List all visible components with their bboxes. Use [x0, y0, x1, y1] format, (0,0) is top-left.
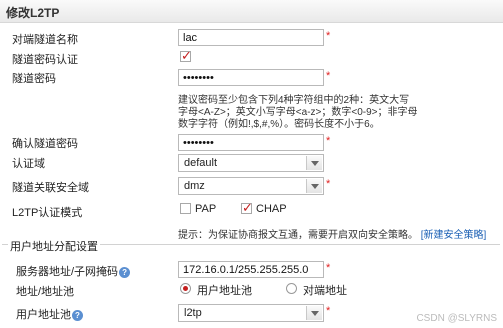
user-pool-label: 用户地址池: [16, 309, 71, 321]
user-pool-radio[interactable]: [180, 283, 191, 294]
chap-label: CHAP: [256, 203, 287, 215]
tunnel-name-input[interactable]: lac: [178, 29, 324, 46]
peer-addr-option: 对端地址: [303, 285, 347, 297]
security-zone-label: 隧道关联安全域: [12, 182, 89, 194]
tunnel-auth-label: 隧道密码认证: [12, 54, 78, 66]
chevron-down-icon: [306, 156, 322, 170]
server-addr-label-row: 服务器地址/子网掩码?: [16, 263, 131, 279]
confirm-pwd-input[interactable]: ••••••••: [178, 134, 324, 151]
dialog-title: 修改L2TP: [6, 6, 60, 20]
checkmark-icon: ✓: [181, 48, 192, 63]
required-mark: *: [326, 135, 331, 147]
auth-domain-select[interactable]: default: [178, 154, 324, 172]
auth-domain-label: 认证域: [12, 158, 45, 170]
auth-domain-value: default: [184, 157, 218, 169]
required-mark: *: [326, 70, 331, 82]
policy-hint: 提示：为保证协商报文互通，需要开启双向安全策略。 [新建安全策略]: [178, 226, 486, 241]
required-mark: *: [326, 262, 331, 274]
server-addr-input[interactable]: 172.16.0.1/255.255.255.0: [178, 261, 324, 278]
dialog-titlebar: 修改L2TP: [0, 0, 503, 23]
address-legend: 用户地址分配设置: [8, 238, 100, 254]
addr-pool-label: 地址/地址池: [16, 286, 75, 298]
policy-hint-text: 提示：为保证协商报文互通，需要开启双向安全策略。: [178, 230, 418, 241]
user-pool-select[interactable]: l2tp: [178, 304, 324, 322]
required-mark: *: [326, 305, 331, 317]
tunnel-pwd-label: 隧道密码: [12, 73, 56, 85]
new-policy-link[interactable]: [新建安全策略]: [421, 230, 487, 241]
security-zone-select[interactable]: dmz: [178, 177, 324, 195]
watermark: CSDN @SLYRNS: [416, 313, 497, 324]
password-hint: 建议密码至少包含下列4种字符组中的2种：英文大写字母<A-Z>；英文小写字母<a…: [178, 95, 418, 130]
confirm-pwd-label: 确认隧道密码: [12, 138, 78, 150]
tunnel-name-label: 对端隧道名称: [12, 34, 78, 46]
pap-checkbox[interactable]: [180, 203, 191, 214]
required-mark: *: [326, 178, 331, 190]
server-addr-label: 服务器地址/子网掩码: [16, 266, 119, 278]
auth-mode-label: L2TP认证模式: [12, 207, 83, 219]
user-pool-option: 用户地址池: [197, 285, 252, 297]
chevron-down-icon: [306, 306, 322, 320]
tunnel-pwd-input[interactable]: ••••••••: [178, 69, 324, 86]
chevron-down-icon: [306, 179, 322, 193]
user-pool-value: l2tp: [184, 307, 202, 319]
required-mark: *: [326, 30, 331, 42]
pap-label: PAP: [195, 203, 217, 215]
peer-addr-radio[interactable]: [286, 283, 297, 294]
help-icon[interactable]: ?: [119, 266, 131, 278]
tunnel-auth-checkbox[interactable]: ✓: [180, 48, 192, 63]
security-zone-value: dmz: [184, 180, 205, 192]
help-icon[interactable]: ?: [72, 309, 83, 321]
checkmark-icon: ✓: [242, 200, 253, 215]
user-pool-label-row: 用户地址池?: [16, 306, 83, 322]
chap-checkbox[interactable]: ✓: [241, 200, 253, 215]
